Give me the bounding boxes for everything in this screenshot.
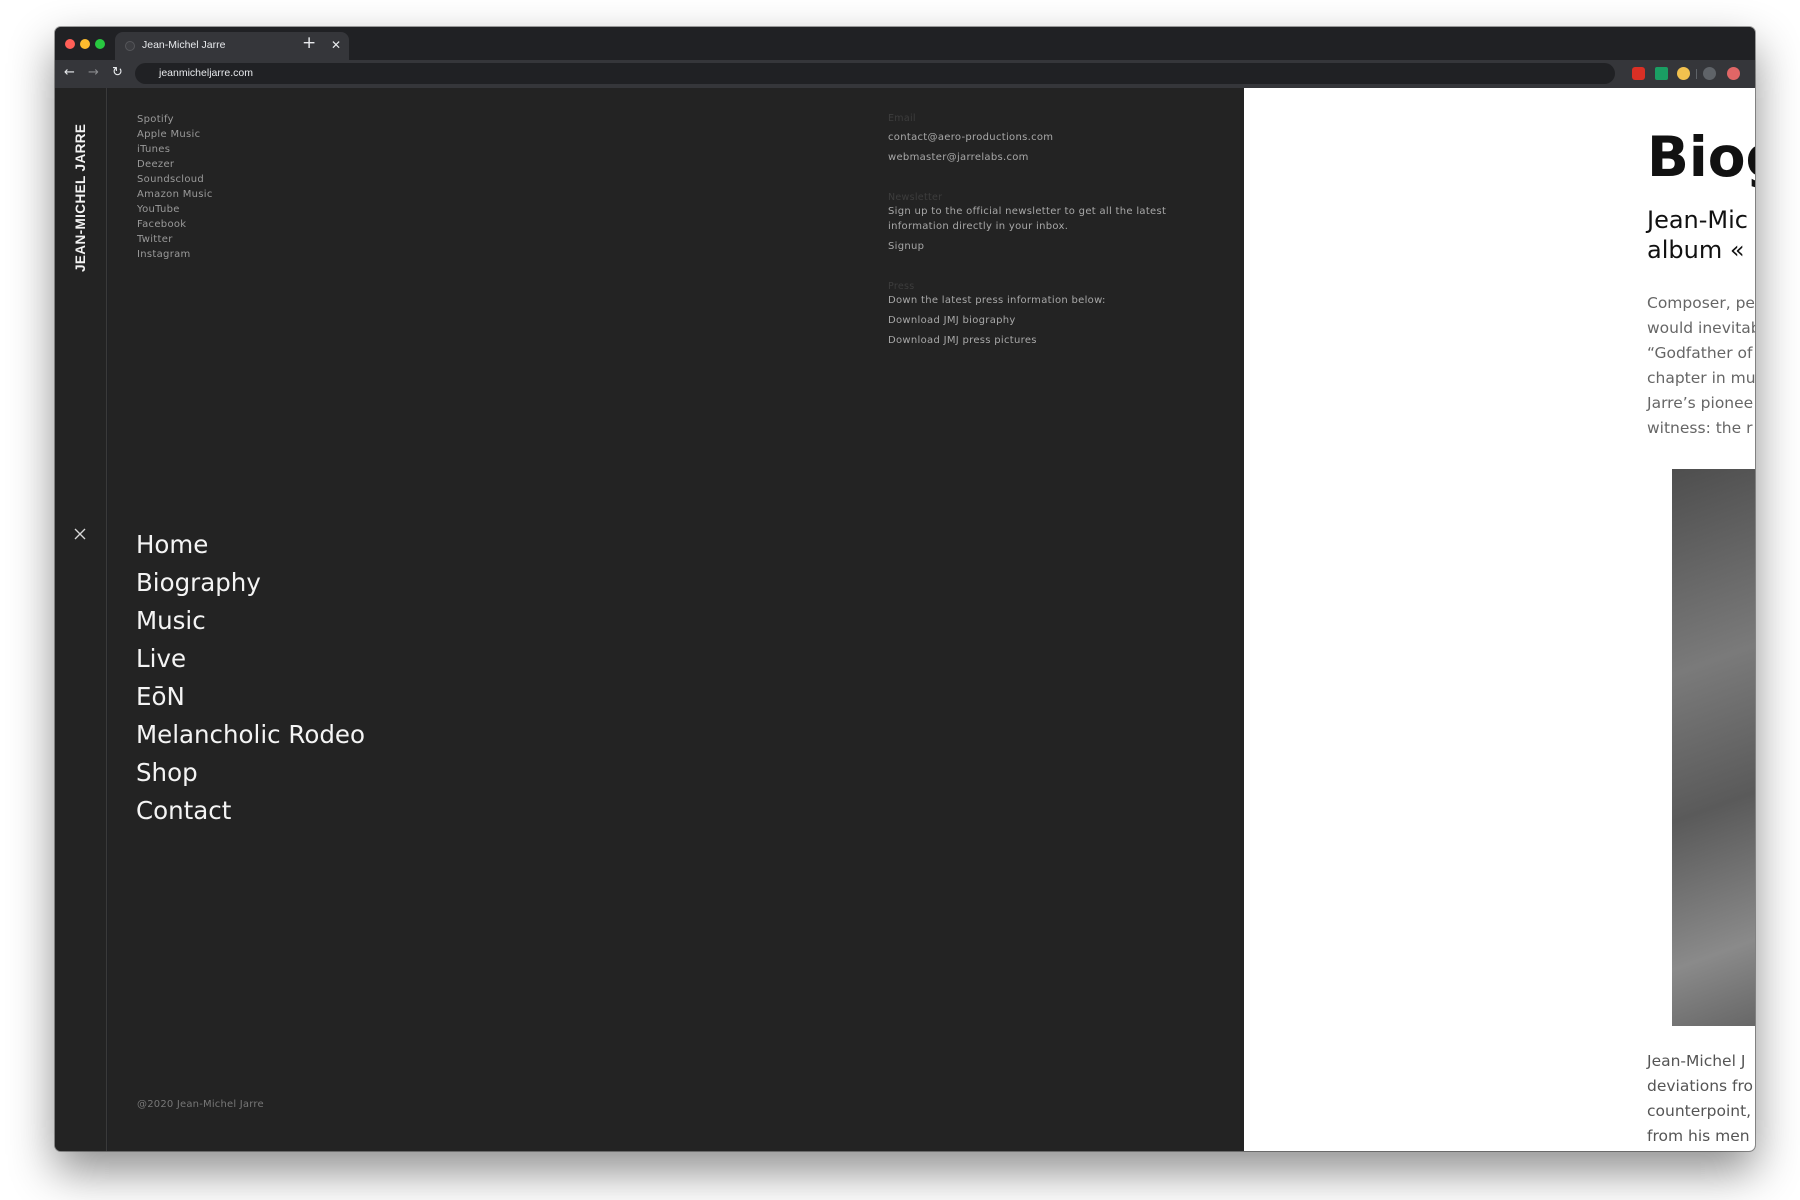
biography-page: Biog Jean-Mic album « Composer, pe would…	[1244, 88, 1755, 1151]
nav-item-music[interactable]: Music	[136, 602, 365, 640]
back-button[interactable]: ←	[64, 65, 75, 81]
record-extension-icon[interactable]	[1727, 67, 1740, 80]
subtitle-line: album «	[1647, 236, 1745, 264]
email-block: Email contact@aero-productions.com webma…	[888, 112, 1178, 165]
compass-extension-icon[interactable]	[1677, 67, 1690, 80]
social-links: Spotify Apple Music iTunes Deezer Sounds…	[137, 112, 213, 262]
vertical-sidebar: JEAN-MICHEL JARRE	[55, 88, 107, 1151]
browser-toolbar: ← → ↻ jeanmicheljarre.com	[55, 60, 1755, 88]
body-line: Jean-Michel J	[1647, 1052, 1746, 1070]
adblock-icon[interactable]	[1632, 67, 1645, 80]
intro-line: witness: the r	[1647, 419, 1753, 437]
email-link-contact[interactable]: contact@aero-productions.com	[888, 130, 1178, 145]
nav-item-contact[interactable]: Contact	[136, 792, 365, 830]
social-link-soundcloud[interactable]: Soundscloud	[137, 172, 213, 187]
intro-line: “Godfather of	[1647, 344, 1753, 362]
body-line: counterpoint,	[1647, 1102, 1752, 1120]
press-block: Press Down the latest press information …	[888, 280, 1178, 348]
press-label: Press	[888, 281, 915, 292]
nav-item-biography[interactable]: Biography	[136, 564, 365, 602]
newsletter-text: Sign up to the official newsletter to ge…	[888, 206, 1167, 232]
minimize-window-button[interactable]	[80, 39, 90, 49]
subtitle-line: Jean-Mic	[1647, 206, 1748, 234]
newsletter-signup-link[interactable]: Signup	[888, 239, 1178, 254]
social-link-facebook[interactable]: Facebook	[137, 217, 213, 232]
tab-title: Jean-Michel Jarre	[142, 39, 226, 51]
nav-item-eon[interactable]: EōN	[136, 678, 365, 716]
social-link-spotify[interactable]: Spotify	[137, 112, 213, 127]
contact-info: Email contact@aero-productions.com webma…	[888, 112, 1178, 374]
intro-line: would inevitab	[1647, 319, 1755, 337]
body-line: deviations fro	[1647, 1077, 1754, 1095]
main-navigation: Home Biography Music Live EōN Melancholi…	[136, 526, 365, 830]
body-paragraph: Jean-Michel J deviations fro counterpoin…	[1647, 1049, 1755, 1149]
social-link-deezer[interactable]: Deezer	[137, 157, 213, 172]
close-icon[interactable]	[72, 526, 88, 542]
tab-close-icon[interactable]: ✕	[331, 37, 341, 53]
url-text[interactable]: jeanmicheljarre.com	[159, 67, 253, 79]
nav-item-shop[interactable]: Shop	[136, 754, 365, 792]
nav-item-melancholic-rodeo[interactable]: Melancholic Rodeo	[136, 716, 365, 754]
forward-button[interactable]: →	[88, 65, 99, 81]
newsletter-label: Newsletter	[888, 192, 943, 203]
download-press-pictures-link[interactable]: Download JMJ press pictures	[888, 333, 1178, 348]
intro-line: Jarre’s pionee	[1647, 394, 1754, 412]
copyright-text: @2020 Jean-Michel Jarre	[137, 1099, 264, 1110]
new-tab-button[interactable]: +	[302, 34, 316, 52]
social-link-instagram[interactable]: Instagram	[137, 247, 213, 262]
nav-item-live[interactable]: Live	[136, 640, 365, 678]
email-link-webmaster[interactable]: webmaster@jarrelabs.com	[888, 150, 1178, 165]
address-bar[interactable]: jeanmicheljarre.com	[135, 63, 1615, 84]
favicon-icon	[125, 41, 135, 51]
intro-line: Composer, pe	[1647, 294, 1755, 312]
artist-photo	[1672, 469, 1755, 1026]
profile-extension-icon[interactable]	[1703, 67, 1716, 80]
browser-window: Jean-Michel Jarre ✕ + ← → ↻ jeanmichelja…	[55, 27, 1755, 1151]
download-biography-link[interactable]: Download JMJ biography	[888, 313, 1178, 328]
social-link-itunes[interactable]: iTunes	[137, 142, 213, 157]
body-line: from his men	[1647, 1127, 1750, 1145]
email-label: Email	[888, 113, 916, 124]
leaf-extension-icon[interactable]	[1655, 67, 1668, 80]
maximize-window-button[interactable]	[95, 39, 105, 49]
nav-item-home[interactable]: Home	[136, 526, 365, 564]
tab-strip: Jean-Michel Jarre ✕ +	[55, 27, 1755, 60]
social-link-twitter[interactable]: Twitter	[137, 232, 213, 247]
page-viewport: JEAN-MICHEL JARRE Spotify Apple Music iT…	[55, 88, 1755, 1151]
social-link-youtube[interactable]: YouTube	[137, 202, 213, 217]
close-window-button[interactable]	[65, 39, 75, 49]
toolbar-divider	[1696, 69, 1697, 79]
intro-paragraph: Composer, pe would inevitab “Godfather o…	[1647, 291, 1755, 441]
reload-button[interactable]: ↻	[112, 65, 123, 81]
page-subtitle: Jean-Mic album «	[1647, 205, 1755, 265]
social-link-apple-music[interactable]: Apple Music	[137, 127, 213, 142]
newsletter-block: Newsletter Sign up to the official newsl…	[888, 191, 1178, 254]
page-title: Biog	[1647, 125, 1755, 189]
social-link-amazon-music[interactable]: Amazon Music	[137, 187, 213, 202]
intro-line: chapter in mu	[1647, 369, 1755, 387]
press-text: Down the latest press information below:	[888, 295, 1106, 306]
site-logo[interactable]: JEAN-MICHEL JARRE	[67, 112, 95, 272]
